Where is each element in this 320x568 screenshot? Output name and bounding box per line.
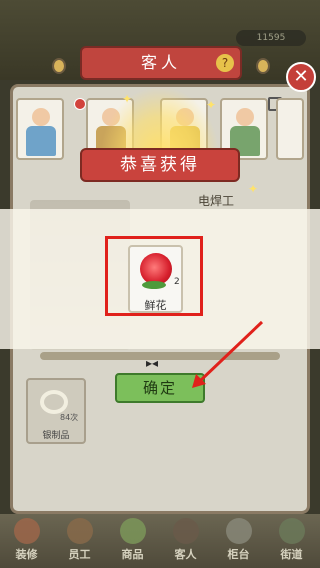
street-icon	[279, 518, 305, 544]
nav-item-decor[interactable]: 装修	[0, 514, 53, 568]
nav-item-counter[interactable]: 柜台	[212, 514, 265, 568]
nav-label: 街道	[280, 548, 303, 561]
nav-label: 柜台	[227, 548, 250, 561]
nav-label: 客人	[174, 548, 197, 561]
pointer-arrow-icon	[192, 320, 264, 388]
decor-icon	[14, 518, 40, 544]
nav-item-staff[interactable]: 员工	[53, 514, 106, 568]
staff-icon	[67, 518, 93, 544]
guests-icon	[173, 518, 199, 544]
bottom-nav: 装修 员工 商品 客人 柜台 街道	[0, 514, 320, 568]
nav-item-guests[interactable]: 客人	[159, 514, 212, 568]
nav-item-goods[interactable]: 商品	[106, 514, 159, 568]
nav-label: 商品	[121, 548, 144, 561]
counter-icon	[226, 518, 252, 544]
nav-label: 员工	[68, 548, 91, 561]
goods-icon	[120, 518, 146, 544]
nav-label: 装修	[15, 548, 38, 561]
nav-item-street[interactable]: 街道	[265, 514, 318, 568]
